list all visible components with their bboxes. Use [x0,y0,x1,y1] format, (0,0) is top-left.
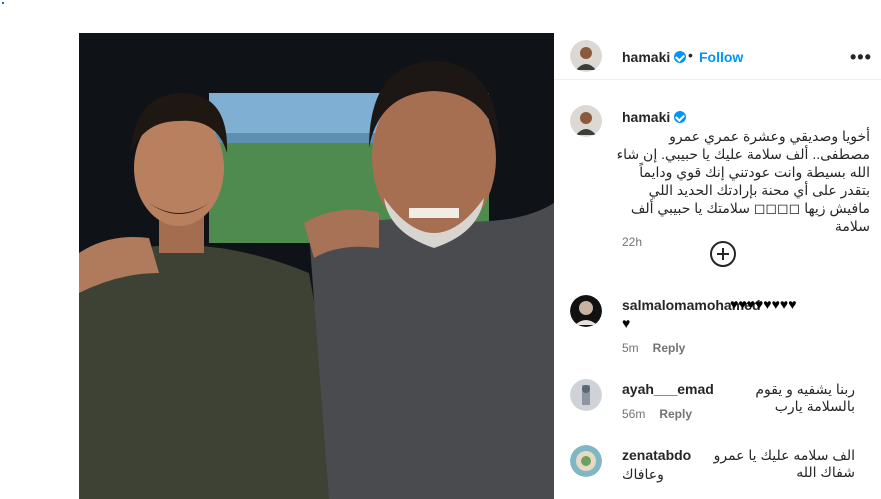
comment-time: 56m [622,407,646,421]
reply-button[interactable]: Reply [659,407,692,421]
more-options-icon[interactable]: ••• [850,47,872,68]
commenter-username[interactable]: zenatabdo [622,447,691,463]
reply-button[interactable]: Reply [653,341,686,355]
commenter-avatar[interactable] [570,379,602,411]
comment-text: الف سلامه عليك يا عمرو شفاك الله [713,447,855,480]
comment-meta: 5m Reply [622,341,685,355]
comment-text: ♥♥♥♥♥♥♥♥ [730,296,797,312]
verified-badge-icon [674,51,687,63]
comment-meta: 56m Reply [622,407,692,421]
caption-time: 22h [622,235,643,249]
author-avatar[interactable] [570,40,602,72]
top-left-marker [2,2,4,4]
post-header: hamaki • Follow ••• [554,33,881,80]
photo-illustration [79,33,554,499]
post-side-panel: hamaki • Follow ••• hamaki أخويا وصديقي … [554,33,881,499]
commenter-avatar[interactable] [570,295,602,327]
post-photo[interactable] [79,33,554,499]
commenter-avatar[interactable] [570,445,602,477]
verified-badge-icon [674,111,687,123]
caption-author-avatar[interactable] [570,105,602,137]
author-username[interactable]: hamaki [622,49,687,65]
comment-text: ربنا يشفيه و يقوم بالسلامة يارب [755,381,855,414]
comment-text-continued: وعافاك [622,466,664,482]
separator-dot: • [688,47,693,63]
commenter-username[interactable]: ayah___emad [622,381,714,397]
caption-text: أخويا وصديقي وعشرة عمري عمرو مصطفى.. ألف… [616,128,870,234]
add-circle-icon[interactable] [710,241,736,267]
follow-button[interactable]: Follow [699,49,743,65]
comment-text-continued: ♥ [622,315,631,331]
comment-time: 5m [622,341,639,355]
caption-username[interactable]: hamaki [622,109,687,125]
